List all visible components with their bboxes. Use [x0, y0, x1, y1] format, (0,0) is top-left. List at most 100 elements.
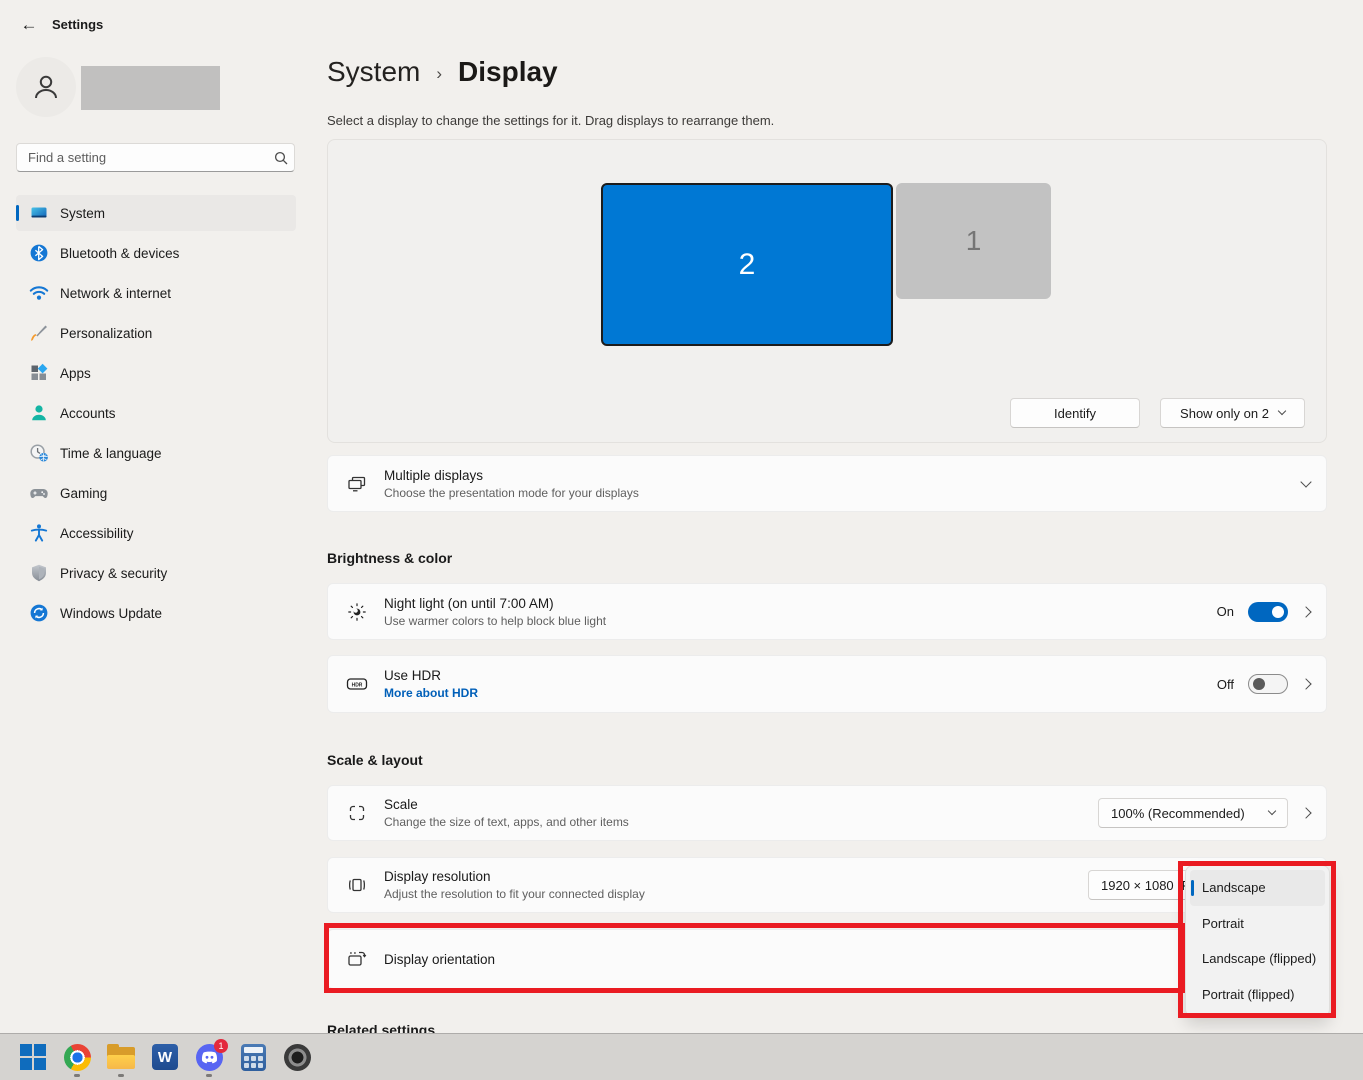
sidebar-item-label: Bluetooth & devices [60, 246, 179, 261]
sidebar-item-system[interactable]: System [16, 195, 296, 231]
menu-item-landscape-flipped[interactable]: Landscape (flipped) [1190, 941, 1325, 977]
multiple-displays-row[interactable]: Multiple displays Choose the presentatio… [327, 455, 1327, 512]
page-description: Select a display to change the settings … [327, 113, 774, 128]
sidebar-item-accessibility[interactable]: Accessibility [16, 515, 296, 551]
search-icon [268, 151, 294, 165]
sidebar-item-label: Accessibility [60, 526, 134, 541]
accounts-person-icon [28, 403, 50, 423]
monitor-2[interactable]: 2 [601, 183, 893, 346]
sidebar-item-network-internet[interactable]: Network & internet [16, 275, 296, 311]
calculator-icon [241, 1044, 266, 1071]
more-about-hdr-link[interactable]: More about HDR [384, 686, 478, 700]
sidebar-item-gaming[interactable]: Gaming [16, 475, 296, 511]
username-redacted-block [81, 66, 220, 110]
toggle-state-label: Off [1217, 677, 1234, 692]
sidebar-item-privacy-security[interactable]: Privacy & security [16, 555, 296, 591]
taskbar-chrome[interactable] [63, 1043, 91, 1071]
identify-button[interactable]: Identify [1010, 398, 1140, 428]
file-explorer-icon [107, 1045, 135, 1069]
sidebar-item-label: Gaming [60, 486, 107, 501]
accessibility-person-icon [28, 523, 50, 543]
notification-badge: 1 [214, 1039, 228, 1053]
windows-logo-icon [20, 1044, 46, 1070]
breadcrumb-parent[interactable]: System [327, 56, 420, 88]
hdr-row[interactable]: HDR Use HDR More about HDR Off [327, 655, 1327, 713]
brush-icon [28, 323, 50, 343]
chevron-right-icon[interactable] [1300, 678, 1311, 689]
scale-select[interactable]: 100% (Recommended) [1098, 798, 1288, 828]
taskbar-calculator[interactable] [239, 1043, 267, 1071]
chevron-down-icon[interactable] [1300, 476, 1311, 487]
orientation-dropdown-menu: Landscape Portrait Landscape (flipped) P… [1185, 865, 1330, 1017]
night-light-toggle[interactable] [1248, 602, 1288, 622]
sidebar-item-label: Privacy & security [60, 566, 167, 581]
avatar[interactable] [16, 57, 76, 117]
scale-row[interactable]: Scale Change the size of text, apps, and… [327, 785, 1327, 841]
row-subtitle: Adjust the resolution to fit your connec… [384, 887, 645, 901]
chevron-right-icon[interactable] [1300, 807, 1311, 818]
sidebar-item-apps[interactable]: Apps [16, 355, 296, 391]
page-title: Display [458, 56, 558, 88]
row-title: Display resolution [384, 869, 645, 884]
row-subtitle: Use warmer colors to help block blue lig… [384, 614, 606, 628]
sidebar-item-label: Windows Update [60, 606, 162, 621]
multiple-displays-icon [346, 474, 368, 494]
hdr-icon: HDR [346, 674, 368, 694]
gamepad-icon [28, 483, 50, 503]
sidebar-item-time-language[interactable]: Time & language [16, 435, 296, 471]
taskbar-word[interactable]: W [151, 1043, 179, 1071]
taskbar-discord[interactable]: 1 [195, 1043, 223, 1071]
night-light-row[interactable]: Night light (on until 7:00 AM) Use warme… [327, 583, 1327, 640]
display-resolution-row[interactable]: Display resolution Adjust the resolution… [327, 857, 1327, 913]
monitor-1[interactable]: 1 [896, 183, 1051, 299]
row-subtitle: Choose the presentation mode for your di… [384, 486, 639, 500]
word-icon: W [152, 1044, 178, 1070]
sidebar-item-personalization[interactable]: Personalization [16, 315, 296, 351]
display-orientation-icon [346, 949, 368, 969]
chevron-right-icon[interactable] [1300, 606, 1311, 617]
taskbar-file-explorer[interactable] [107, 1043, 135, 1071]
night-light-icon [346, 602, 368, 622]
running-indicator [118, 1074, 124, 1077]
apps-icon [28, 363, 50, 383]
wifi-icon [28, 283, 50, 303]
menu-item-portrait[interactable]: Portrait [1190, 906, 1325, 942]
monitor-2-number: 2 [739, 248, 756, 282]
sidebar-item-label: Accounts [60, 406, 116, 421]
show-only-dropdown[interactable]: Show only on 2 [1160, 398, 1305, 428]
back-button[interactable]: ← [14, 13, 44, 37]
taskbar: W 1 [0, 1033, 1363, 1080]
row-title: Night light (on until 7:00 AM) [384, 596, 606, 611]
sidebar-item-bluetooth-devices[interactable]: Bluetooth & devices [16, 235, 296, 271]
chevron-down-icon [1278, 407, 1286, 415]
section-header-brightness: Brightness & color [327, 550, 452, 566]
search-input[interactable] [17, 150, 268, 165]
hdr-toggle[interactable] [1248, 674, 1288, 694]
breadcrumb: System › Display [327, 56, 558, 88]
selected-accent-bar [16, 205, 19, 221]
menu-item-landscape[interactable]: Landscape [1190, 870, 1325, 906]
row-title: Display orientation [384, 952, 495, 967]
chevron-down-icon [1268, 807, 1276, 815]
settings-window: ← Settings System Bluetooth & de [0, 0, 1363, 1080]
sidebar-item-accounts[interactable]: Accounts [16, 395, 296, 431]
running-indicator [74, 1074, 80, 1077]
running-indicator [206, 1074, 212, 1077]
back-arrow-icon: ← [21, 15, 38, 35]
sidebar-item-label: Apps [60, 366, 91, 381]
menu-item-portrait-flipped[interactable]: Portrait (flipped) [1190, 977, 1325, 1013]
toggle-state-label: On [1217, 604, 1234, 619]
update-refresh-icon [28, 603, 50, 623]
display-orientation-row[interactable]: Display orientation [327, 929, 1327, 989]
start-button[interactable] [19, 1043, 47, 1071]
scale-icon [346, 803, 368, 823]
search-box[interactable] [16, 143, 295, 172]
sidebar-item-windows-update[interactable]: Windows Update [16, 595, 296, 631]
row-title: Use HDR [384, 668, 478, 683]
row-title: Multiple displays [384, 468, 639, 483]
sidebar-item-label: Personalization [60, 326, 152, 341]
display-arrangement-panel: 2 1 Identify Show only on 2 [327, 139, 1327, 443]
monitor-1-number: 1 [966, 225, 982, 257]
taskbar-world-of-tanks[interactable] [283, 1043, 311, 1071]
shield-icon [28, 563, 50, 583]
